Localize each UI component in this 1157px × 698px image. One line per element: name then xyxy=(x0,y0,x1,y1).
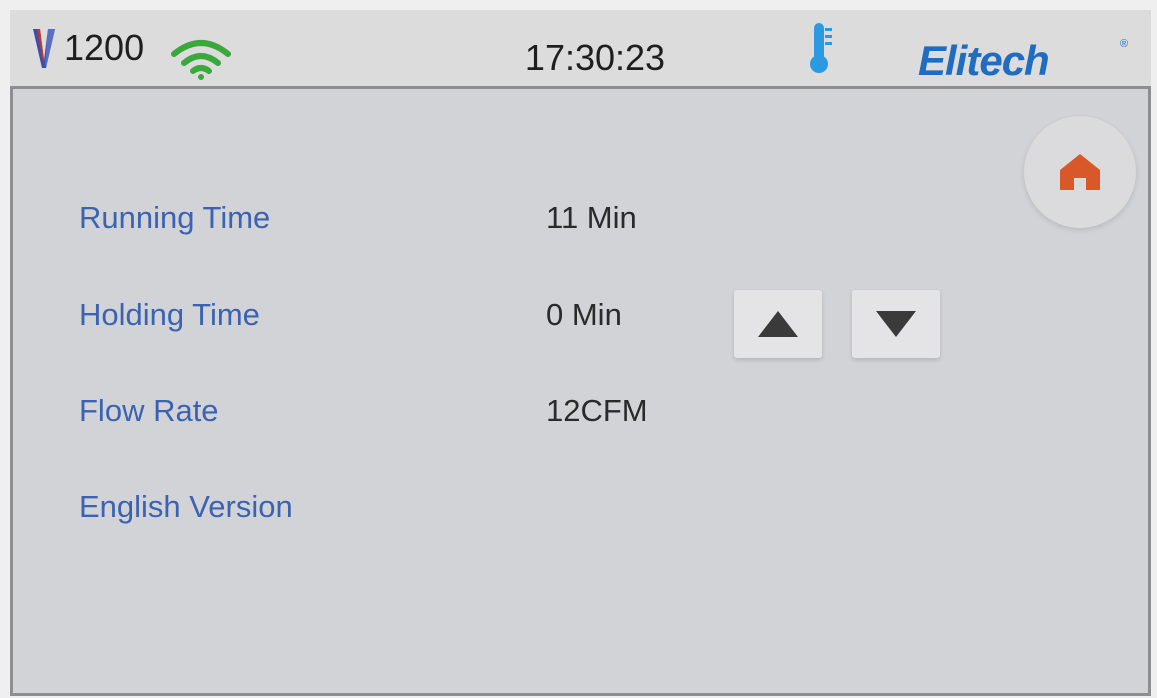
triangle-up-icon xyxy=(758,311,798,337)
language-label[interactable]: English Version xyxy=(79,487,293,527)
clock: 17:30:23 xyxy=(524,37,666,78)
triangle-down-icon xyxy=(876,311,916,337)
holding-time-label: Holding Time xyxy=(79,297,260,332)
brand-registered-mark: ® xyxy=(1120,38,1129,50)
v-logo-icon xyxy=(33,29,55,68)
model-number: 1200 xyxy=(64,27,145,68)
holding-time-value[interactable]: 0 Min xyxy=(546,295,622,335)
wifi-icon xyxy=(171,40,231,80)
flow-rate-label: Flow Rate xyxy=(79,393,219,428)
brand-logo: Elitech xyxy=(918,37,1050,84)
home-icon xyxy=(1060,154,1100,190)
decrease-button[interactable] xyxy=(852,290,940,358)
model-indicator: 1200 xyxy=(30,26,144,70)
device-screen: 1200 17:30:23 Elitech ® Running Time 11 … xyxy=(0,0,1157,698)
running-time-label: Running Time xyxy=(79,200,271,235)
flow-rate-value[interactable]: 12CFM xyxy=(546,391,648,431)
running-time-value[interactable]: 11 Min xyxy=(546,198,637,238)
thermometer-icon xyxy=(810,23,832,73)
increase-button[interactable] xyxy=(734,290,822,358)
home-button[interactable] xyxy=(1024,116,1136,228)
